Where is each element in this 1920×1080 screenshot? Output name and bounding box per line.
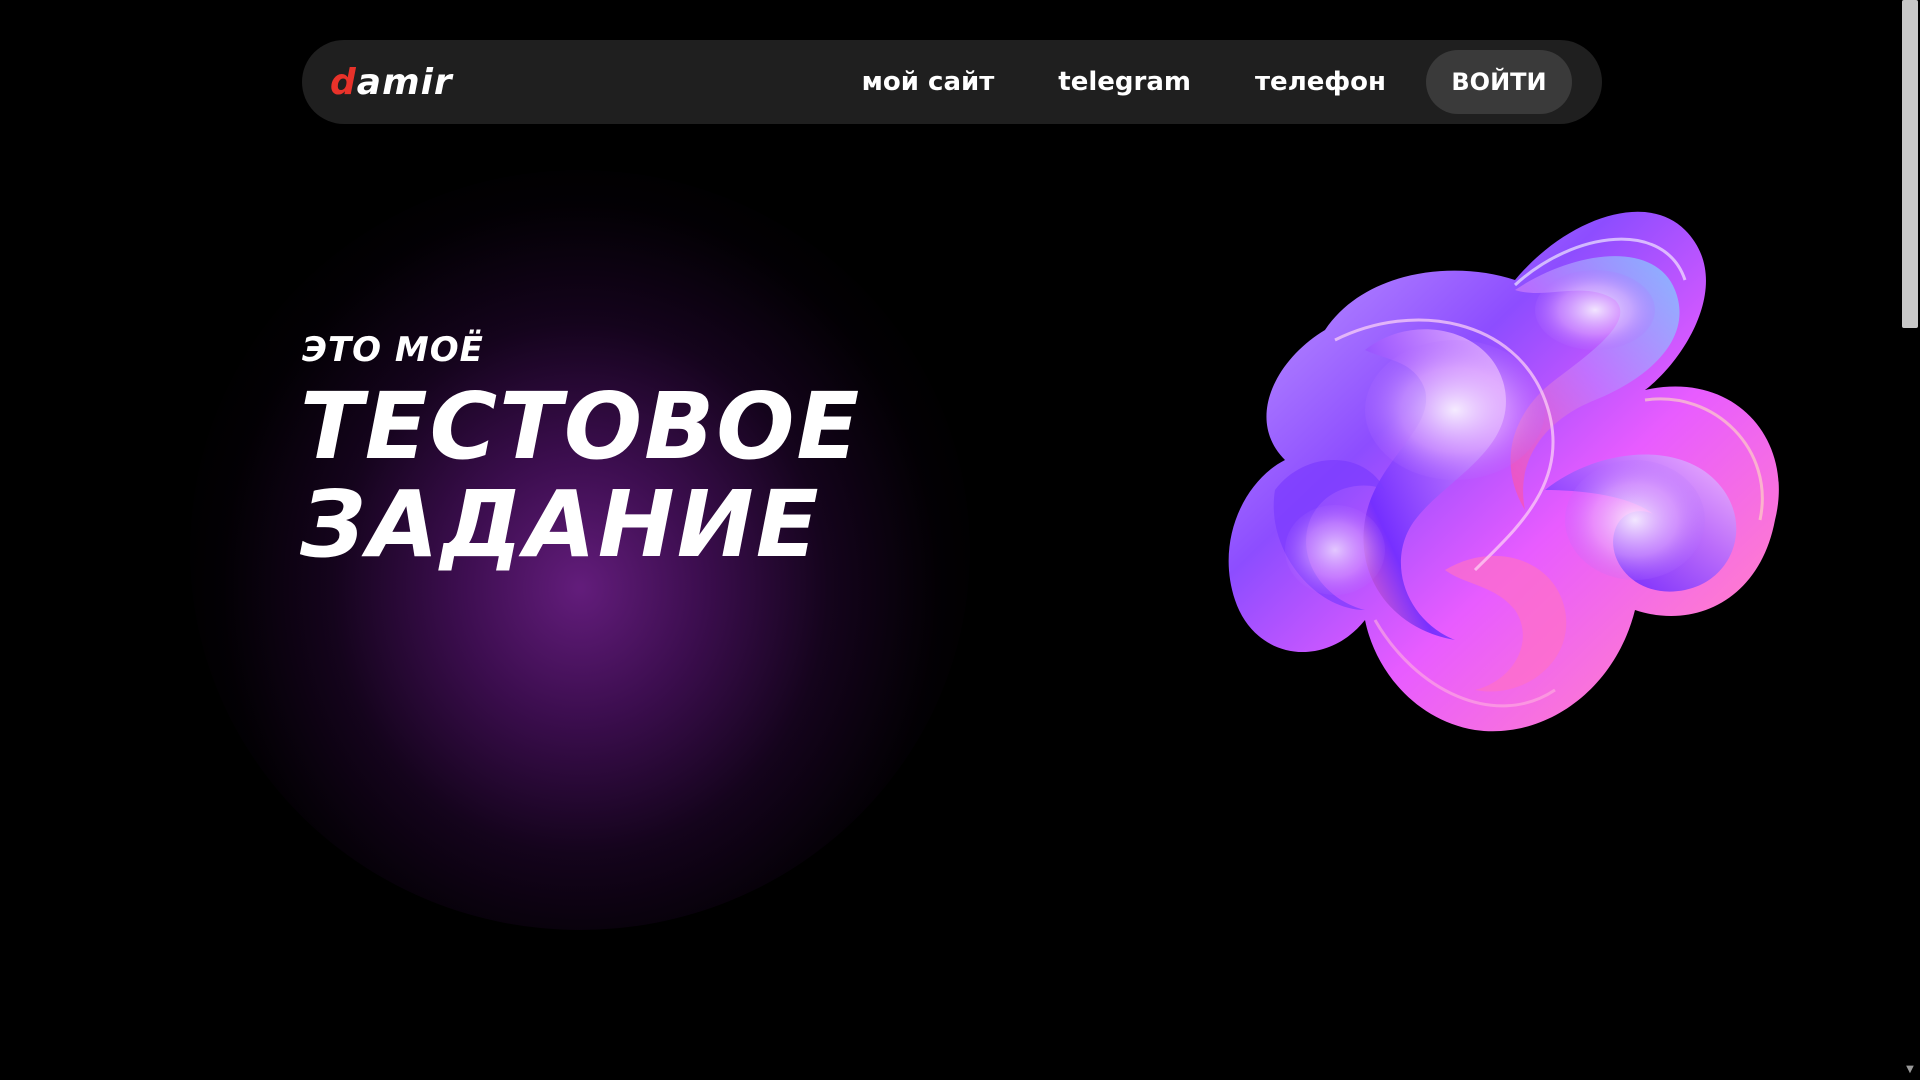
hero-subtitle: это моё [302, 330, 484, 370]
page: d amir мой сайт telegram телефон войти эт… [0, 0, 1920, 1080]
login-button[interactable]: войти [1426, 50, 1572, 114]
logo[interactable]: d amir [330, 56, 453, 108]
hero-title-line-1: тестовое [300, 373, 862, 480]
scrollbar-thumb[interactable] [1902, 0, 1918, 328]
logo-text: amir [356, 61, 453, 103]
header-bar: d amir мой сайт telegram телефон войти [302, 40, 1602, 124]
abstract-blob-art [1228, 211, 1779, 732]
logo-accent-letter: d [330, 61, 357, 103]
hero-title: тестовое задание [300, 378, 861, 574]
hero-title-line-2: задание [300, 471, 821, 578]
chevron-down-icon[interactable]: ▼ [1900, 1062, 1920, 1078]
nav-link-my-site[interactable]: мой сайт [862, 67, 995, 97]
nav-link-phone[interactable]: телефон [1255, 67, 1386, 97]
scrollbar[interactable]: ▲ ▼ [1900, 0, 1920, 1080]
nav-link-telegram[interactable]: telegram [1058, 67, 1191, 97]
main-nav: мой сайт telegram телефон войти [862, 50, 1572, 114]
